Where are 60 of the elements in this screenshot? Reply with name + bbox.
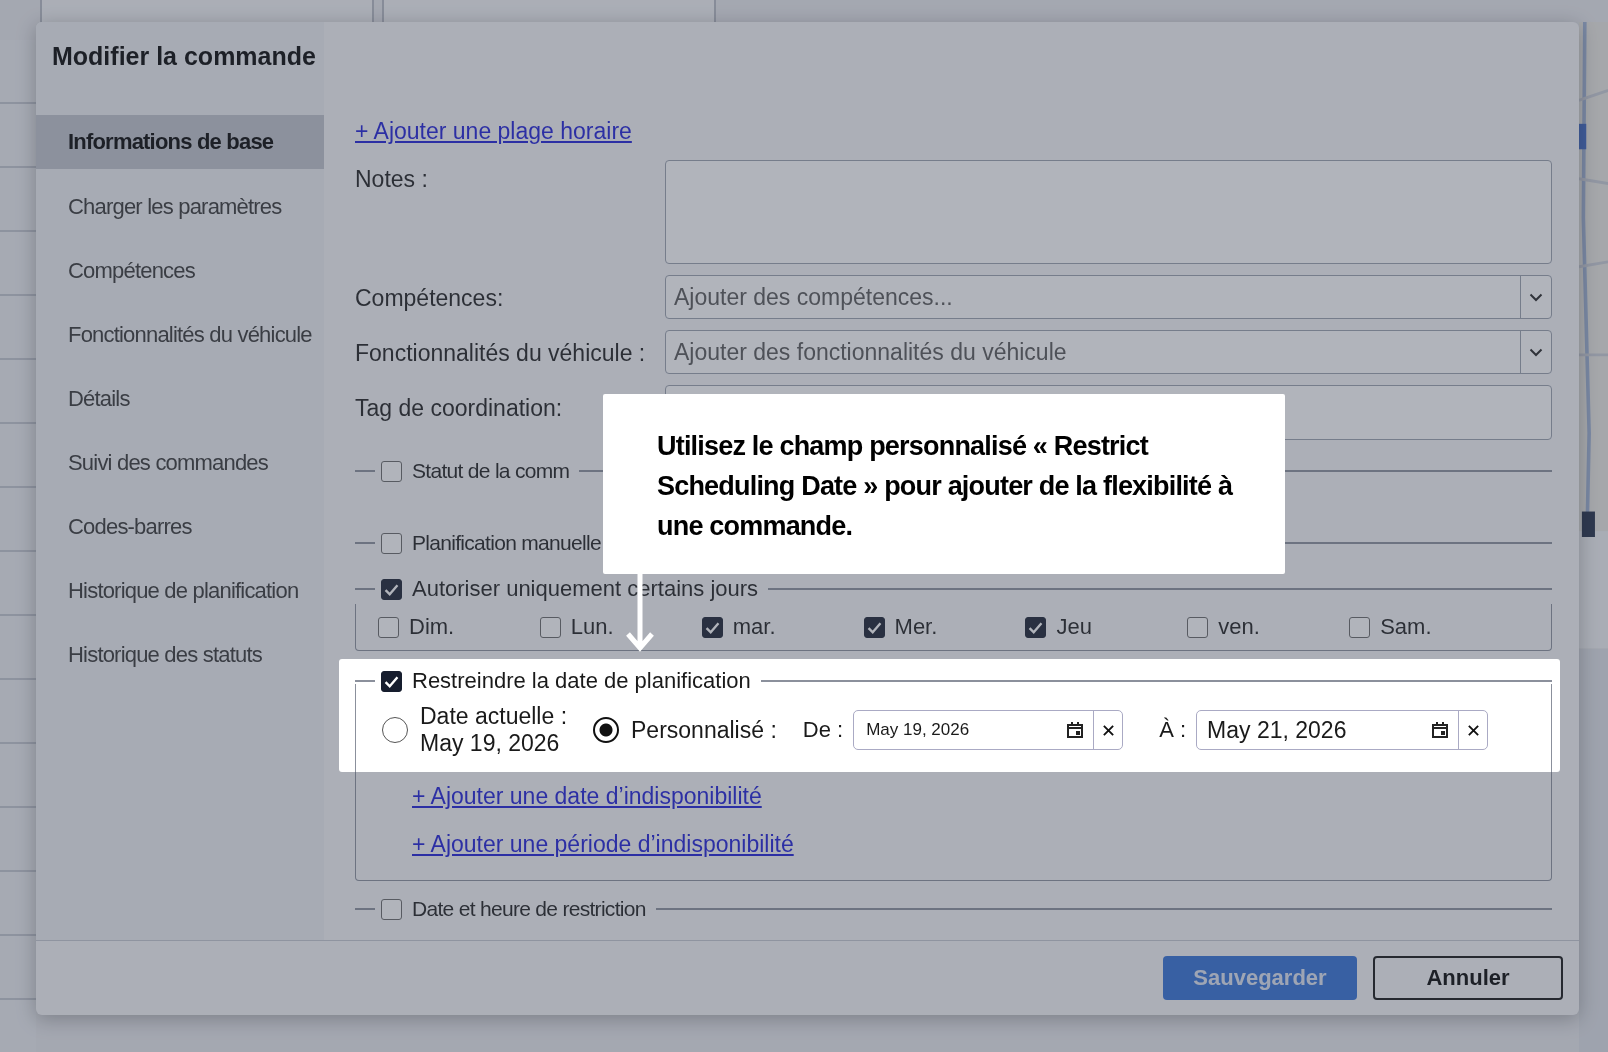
sidebar-item[interactable]: Informations de base	[36, 115, 324, 169]
add-unavailability-link[interactable]: + Ajouter une date d’indisponibilité	[412, 782, 762, 810]
clear-icon[interactable]	[1101, 723, 1115, 737]
checkbox[interactable]	[1349, 616, 1371, 638]
sidebar-item[interactable]: Historique de planification	[36, 559, 324, 623]
checkbox[interactable]	[381, 532, 402, 554]
calendar-icon	[1430, 720, 1451, 740]
checkbox-label: Date et heure de restriction	[412, 897, 646, 921]
checkbox[interactable]	[381, 578, 402, 600]
to-label: À :	[1159, 717, 1187, 743]
chevron-down-icon	[1529, 292, 1543, 302]
radio-label: Date actuelle : May 19, 2026	[420, 703, 568, 757]
from-label: De :	[802, 717, 844, 743]
day-label: Lun.	[570, 614, 614, 640]
checkbox[interactable]	[378, 616, 399, 638]
date-field[interactable]: May 21, 2026	[1196, 710, 1489, 750]
sidebar-item[interactable]: Détails	[36, 367, 324, 431]
notes-field[interactable]	[665, 160, 1552, 264]
field-label: Notes :	[355, 165, 429, 193]
radio-label: Personnalisé :	[631, 716, 777, 744]
field-label: Tag de coordination:	[355, 394, 564, 422]
day-label: Sam.	[1380, 614, 1432, 640]
checkbox[interactable]	[701, 616, 723, 638]
sidebar-item[interactable]: Codes-barres	[36, 495, 324, 559]
calendar-icon	[1065, 720, 1086, 740]
sidebar-item[interactable]: Fonctionnalités du véhicule	[36, 303, 324, 367]
select-field[interactable]: Ajouter des compétences...	[665, 275, 1552, 319]
add-time-slot-link[interactable]: + Ajouter une plage horaire	[355, 118, 632, 144]
clear-icon[interactable]	[1466, 723, 1480, 737]
date-field[interactable]: May 19, 2026	[853, 710, 1124, 750]
checkbox[interactable]	[863, 616, 885, 638]
radio-button[interactable]	[382, 717, 408, 743]
sidebar-item[interactable]: Historique des statuts	[36, 623, 324, 687]
select-field[interactable]: Ajouter des fonctionnalités du véhicule	[665, 330, 1552, 374]
cancel-button[interactable]: Annuler	[1373, 956, 1563, 1001]
checkbox[interactable]	[539, 616, 561, 638]
day-label: ven.	[1218, 614, 1260, 640]
checkbox-label: Planification manuelle	[412, 531, 601, 555]
add-unavailability-link[interactable]: + Ajouter une période d’indisponibilité	[412, 830, 794, 858]
save-button[interactable]: Sauvegarder	[1163, 956, 1357, 1001]
day-label: Jeu	[1056, 614, 1092, 640]
checkbox[interactable]	[381, 670, 402, 692]
checkbox-label: Statut de la comm	[412, 459, 570, 483]
checkbox[interactable]	[1187, 616, 1209, 638]
radio-button[interactable]	[593, 717, 620, 743]
checkbox[interactable]	[1025, 616, 1047, 638]
checkbox[interactable]	[381, 898, 402, 920]
sidebar-item[interactable]: Suivi des commandes	[36, 431, 324, 495]
checkbox-label: Restreindre la date de planification	[412, 668, 751, 694]
day-label: mar.	[732, 614, 776, 640]
day-label: Dim.	[409, 614, 455, 640]
sidebar-item[interactable]: Charger les paramètres	[36, 175, 324, 239]
dialog-title: Modifier la commande	[51, 41, 317, 72]
chevron-down-icon	[1529, 347, 1543, 357]
callout-text: Utilisez le champ personnalisé « Restrict Scheduling Date » pour ajouter de la flexibilité à une commande.	[657, 430, 1234, 543]
day-label: Mer.	[894, 614, 938, 640]
checkbox[interactable]	[381, 460, 402, 482]
sidebar-item[interactable]: Compétences	[36, 239, 324, 303]
field-label: Fonctionnalités du véhicule :	[355, 339, 647, 367]
field-label: Compétences:	[355, 284, 505, 312]
